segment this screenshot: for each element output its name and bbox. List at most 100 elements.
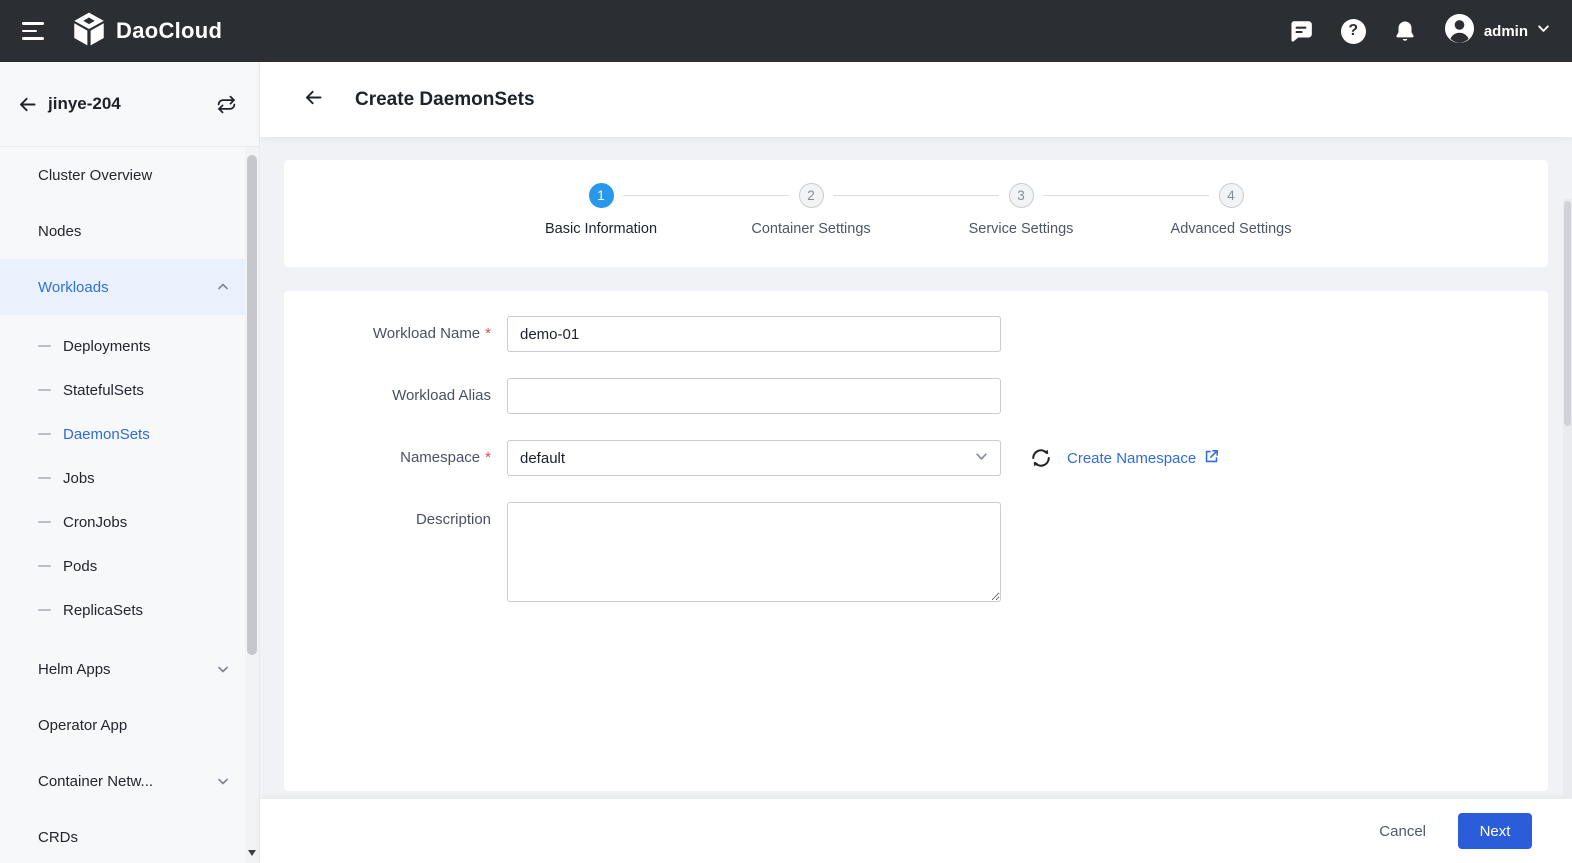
sidebar-item-label: Deployments: [63, 337, 151, 355]
page-scrollbar: [1563, 199, 1572, 799]
user-name: admin: [1483, 22, 1528, 40]
sidebar-item-replicasets[interactable]: ReplicaSets: [0, 588, 245, 632]
sidebar-item-nodes[interactable]: Nodes: [0, 203, 245, 259]
sidebar-item-workloads[interactable]: Workloads: [0, 259, 245, 315]
dash-icon: [38, 565, 51, 567]
avatar-icon: [1444, 13, 1475, 49]
namespace-select[interactable]: default: [507, 440, 1001, 476]
page-title: Create DaemonSets: [355, 88, 535, 110]
cancel-button[interactable]: Cancel: [1379, 823, 1426, 840]
workload-name-label: Workload Name *: [372, 325, 491, 342]
page-header: Create DaemonSets: [260, 62, 1572, 137]
page-scrollbar-thumb[interactable]: [1564, 201, 1571, 426]
sidebar-item-label: StatefulSets: [63, 381, 144, 399]
sidebar-scrollbar-thumb[interactable]: [247, 155, 257, 655]
sidebar-item-label: Jobs: [63, 469, 95, 487]
namespace-label: Namespace *: [400, 449, 491, 466]
step-label: Basic Information: [544, 221, 658, 237]
step-label: Container Settings: [751, 221, 871, 237]
step-label: Advanced Settings: [1170, 221, 1292, 237]
sidebar-item-label: Operator App: [38, 716, 128, 734]
stepper-card: 1 Basic Information 2 Container Settings…: [284, 160, 1548, 267]
sidebar-item-cronjobs[interactable]: CronJobs: [0, 500, 245, 544]
dash-icon: [38, 521, 51, 523]
brand-logo: DaoCloud: [72, 11, 222, 52]
sidebar-item-label: CronJobs: [63, 513, 128, 531]
create-namespace-label: Create Namespace: [1067, 449, 1197, 467]
dash-icon: [38, 389, 51, 391]
sidebar-item-statefulsets[interactable]: StatefulSets: [0, 368, 245, 412]
sidebar-item-deployments[interactable]: Deployments: [0, 324, 245, 368]
namespace-selected-value: default: [520, 449, 566, 467]
sidebar: jinye-204 Cluster Overview Nodes Workloa…: [0, 62, 260, 863]
user-menu[interactable]: admin: [1444, 13, 1550, 49]
dash-icon: [38, 477, 51, 479]
step-container-settings[interactable]: 2 Container Settings: [706, 183, 999, 237]
sidebar-scrollbar: [245, 147, 259, 863]
menu-icon[interactable]: [22, 22, 46, 40]
back-arrow-icon[interactable]: [17, 94, 38, 120]
chevron-down-icon[interactable]: [1537, 22, 1550, 40]
create-namespace-link[interactable]: Create Namespace: [1067, 448, 1220, 469]
workload-alias-input[interactable]: [507, 378, 1001, 414]
bell-icon[interactable]: [1393, 19, 1417, 44]
sidebar-item-label: Helm Apps: [38, 660, 111, 678]
sidebar-item-label: CRDs: [38, 828, 78, 846]
step-label: Service Settings: [968, 221, 1074, 237]
step-advanced-settings[interactable]: 4 Advanced Settings: [1126, 183, 1336, 237]
brand-name: DaoCloud: [116, 18, 223, 43]
form-row-namespace: Namespace * default Create Namespace: [284, 440, 1548, 476]
form-row-workload-alias: Workload Alias: [284, 378, 1548, 414]
step-number: 2: [798, 183, 824, 208]
refresh-namespaces-icon[interactable]: [1030, 447, 1052, 469]
page-content: 1 Basic Information 2 Container Settings…: [260, 137, 1572, 799]
sidebar-item-label: Workloads: [38, 278, 109, 296]
sidebar-item-crds[interactable]: CRDs: [0, 809, 245, 863]
step-service-settings[interactable]: 3 Service Settings: [916, 183, 1209, 237]
sidebar-item-operator-app[interactable]: Operator App: [0, 697, 245, 753]
description-label: Description: [415, 511, 491, 528]
cluster-name: jinye-204: [48, 94, 121, 113]
chevron-down-icon: [975, 450, 988, 467]
workload-alias-label: Workload Alias: [392, 387, 491, 404]
sidebar-item-daemonsets[interactable]: DaemonSets: [0, 412, 245, 456]
step-number: 4: [1218, 183, 1244, 208]
dash-icon: [38, 609, 51, 611]
topbar: DaoCloud ? admin: [0, 0, 1572, 62]
chat-icon[interactable]: [1288, 18, 1314, 44]
sidebar-item-label: ReplicaSets: [63, 601, 144, 619]
scroll-down-arrow-icon[interactable]: [248, 850, 256, 856]
sidebar-header: jinye-204: [0, 62, 259, 147]
main-area: Create DaemonSets 1 Basic Information 2 …: [260, 62, 1572, 863]
sidebar-item-cluster-overview[interactable]: Cluster Overview: [0, 147, 245, 203]
sidebar-item-helm-apps[interactable]: Helm Apps: [0, 641, 245, 697]
sidebar-item-label: Cluster Overview: [38, 166, 153, 184]
sidebar-item-label: Nodes: [38, 222, 82, 240]
required-marker: *: [485, 449, 491, 466]
sidebar-item-jobs[interactable]: Jobs: [0, 456, 245, 500]
chevron-up-icon: [217, 281, 229, 293]
sidebar-item-container-network[interactable]: Container Netw...: [0, 753, 245, 809]
sidebar-nav: Cluster Overview Nodes Workloads Deploym…: [0, 147, 245, 863]
back-arrow-icon[interactable]: [303, 87, 324, 113]
chevron-down-icon: [217, 663, 229, 675]
step-number: 1: [588, 183, 614, 208]
basic-information-form-card: Workload Name* Workload Alias Namespace*: [284, 291, 1548, 791]
sidebar-item-label: Container Netw...: [38, 772, 154, 790]
sidebar-item-pods[interactable]: Pods: [0, 544, 245, 588]
step-number: 3: [1008, 183, 1034, 208]
form-row-description: Description: [284, 502, 1548, 602]
sidebar-item-label: Pods: [63, 557, 98, 575]
stepper: 1 Basic Information 2 Container Settings…: [284, 160, 1548, 237]
description-textarea[interactable]: [507, 502, 1001, 602]
switch-cluster-icon[interactable]: [216, 95, 237, 119]
workload-name-input[interactable]: [507, 316, 1001, 352]
next-button[interactable]: Next: [1458, 813, 1532, 849]
dash-icon: [38, 433, 51, 435]
chevron-down-icon: [217, 775, 229, 787]
help-icon[interactable]: ?: [1340, 18, 1366, 44]
cube-logo-icon: [72, 11, 106, 52]
footer-action-bar: Cancel Next: [260, 799, 1572, 863]
step-basic-information[interactable]: 1 Basic Information: [496, 183, 789, 237]
sidebar-item-label: DaemonSets: [63, 425, 150, 443]
